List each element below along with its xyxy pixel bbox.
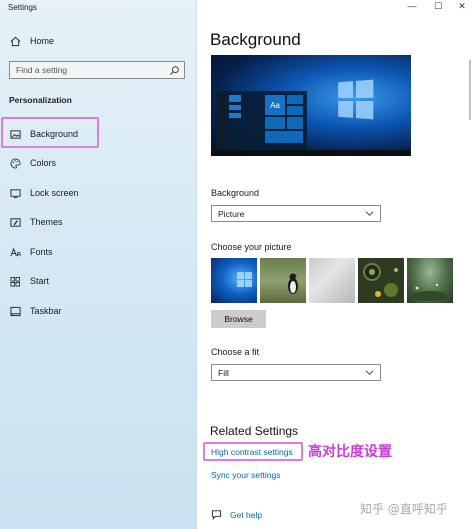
sidebar-item-label: Start bbox=[30, 276, 50, 286]
home-icon bbox=[8, 34, 22, 48]
window-title: Settings bbox=[8, 3, 37, 12]
sidebar-item-colors[interactable]: Colors bbox=[0, 149, 196, 177]
picture-thumbnail-2[interactable] bbox=[260, 258, 306, 303]
sidebar-item-label: Themes bbox=[30, 217, 63, 227]
choose-picture-label: Choose your picture bbox=[211, 242, 292, 252]
search-input[interactable] bbox=[10, 64, 168, 76]
sidebar-item-home[interactable]: Home bbox=[0, 27, 196, 55]
taskbar-preview bbox=[211, 150, 411, 156]
picture-thumbnail-5[interactable] bbox=[407, 258, 453, 303]
sidebar-item-taskbar[interactable]: Taskbar bbox=[0, 297, 196, 325]
sidebar-item-lock-screen[interactable]: Lock screen bbox=[0, 179, 196, 207]
fonts-icon bbox=[8, 245, 22, 259]
sidebar-item-fonts[interactable]: Fonts bbox=[0, 238, 196, 266]
browse-button[interactable]: Browse bbox=[211, 310, 266, 328]
highlight-box-background bbox=[1, 117, 99, 148]
search-box[interactable] bbox=[9, 61, 185, 79]
sidebar-home-label: Home bbox=[30, 36, 55, 46]
sidebar-item-label: Taskbar bbox=[30, 306, 62, 316]
fit-dropdown-value: Fill bbox=[218, 367, 229, 378]
background-type-dropdown[interactable]: Picture bbox=[211, 205, 381, 222]
get-help-link[interactable]: Get help bbox=[211, 509, 262, 520]
background-dropdown-value: Picture bbox=[218, 208, 245, 219]
minimize-button[interactable]: — bbox=[402, 0, 422, 12]
picture-thumbnail-1[interactable] bbox=[211, 258, 257, 303]
highlight-box-high-contrast bbox=[203, 442, 303, 461]
related-settings-heading: Related Settings bbox=[210, 424, 299, 438]
palette-icon bbox=[8, 156, 22, 170]
help-chat-icon bbox=[211, 510, 222, 520]
taskbar-icon bbox=[8, 304, 22, 318]
settings-sidebar: Settings Home Personalization Background… bbox=[0, 0, 197, 529]
start-icon bbox=[8, 274, 22, 288]
sync-settings-link[interactable]: Sync your settings bbox=[211, 470, 280, 480]
sidebar-item-start[interactable]: Start bbox=[0, 267, 196, 295]
choose-fit-label: Choose a fit bbox=[211, 347, 260, 357]
windows-logo-icon bbox=[338, 79, 374, 120]
lock-screen-icon bbox=[8, 186, 22, 200]
watermark-text: 知乎 @直呼知乎 bbox=[360, 502, 448, 516]
sidebar-item-label: Fonts bbox=[30, 247, 53, 257]
picture-thumbnail-3[interactable] bbox=[309, 258, 355, 303]
sidebar-item-label: Colors bbox=[30, 158, 57, 168]
background-label: Background bbox=[211, 188, 260, 198]
background-preview: Aa bbox=[211, 55, 411, 156]
annotation-text: 高对比度设置 bbox=[308, 444, 392, 460]
fit-dropdown[interactable]: Fill bbox=[211, 364, 381, 381]
chevron-down-icon bbox=[365, 211, 374, 216]
search-icon[interactable] bbox=[169, 65, 180, 76]
maximize-button[interactable]: ☐ bbox=[428, 0, 448, 12]
close-button[interactable]: ✕ bbox=[452, 0, 472, 12]
start-menu-preview: Aa bbox=[217, 91, 307, 150]
sidebar-item-themes[interactable]: Themes bbox=[0, 208, 196, 236]
section-heading-personalization: Personalization bbox=[9, 95, 72, 105]
sidebar-item-label: Lock screen bbox=[30, 188, 79, 198]
get-help-label: Get help bbox=[230, 509, 263, 520]
scrollbar[interactable] bbox=[469, 60, 471, 120]
picture-thumbnail-4[interactable] bbox=[358, 258, 404, 303]
chevron-down-icon bbox=[365, 370, 374, 375]
themes-icon bbox=[8, 215, 22, 229]
preview-tile-text: Aa bbox=[265, 95, 285, 115]
page-title: Background bbox=[210, 30, 301, 49]
